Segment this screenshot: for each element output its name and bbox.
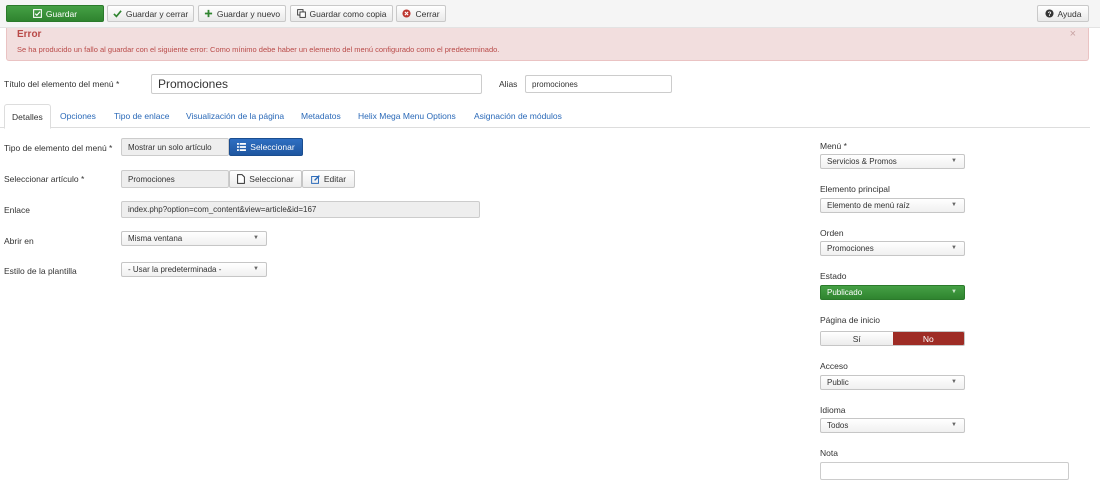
caret-down-icon: ▼ — [951, 422, 957, 428]
template-style-select[interactable]: - Usar la predeterminada - ▼ — [121, 262, 267, 277]
language-value: Todos — [827, 421, 849, 430]
save-copy-label: Guardar como copia — [309, 8, 387, 19]
cancel-circle-icon — [402, 9, 412, 18]
error-alert: Error Se ha producido un fallo al guarda… — [6, 28, 1089, 61]
tab-page-display[interactable]: Visualización de la página — [179, 104, 291, 128]
menu-value: Servicios & Promos — [827, 157, 897, 166]
link-label: Enlace — [4, 205, 30, 215]
access-value: Public — [827, 378, 849, 387]
select-article-label-text: Seleccionar — [249, 174, 294, 184]
tab-metadata[interactable]: Metadatos — [294, 104, 348, 128]
home-page-toggle: Sí No — [820, 331, 965, 346]
file-icon — [237, 174, 246, 184]
order-label: Orden — [820, 228, 844, 238]
title-label: Título del elemento del menú * — [4, 79, 120, 89]
svg-text:?: ? — [1047, 11, 1051, 18]
help-button[interactable]: ? Ayuda — [1037, 5, 1089, 22]
note-input[interactable] — [820, 462, 1069, 480]
save-copy-button[interactable]: Guardar como copia — [290, 5, 393, 22]
tab-bar: Detalles Opciones Tipo de enlace Visuali… — [0, 104, 1090, 129]
plus-icon — [204, 9, 213, 18]
alias-input[interactable]: promociones — [525, 75, 672, 93]
status-select[interactable]: Publicado ▼ — [820, 285, 965, 300]
select-type-label: Seleccionar — [250, 142, 295, 152]
question-circle-icon: ? — [1044, 9, 1054, 18]
home-page-yes-option[interactable]: Sí — [821, 332, 893, 345]
save-close-button[interactable]: Guardar y cerrar — [107, 5, 194, 22]
save-close-label: Guardar y cerrar — [125, 8, 189, 19]
save-button-label: Guardar — [45, 8, 78, 19]
close-button[interactable]: Cerrar — [396, 5, 446, 22]
status-value: Publicado — [827, 288, 863, 297]
order-value: Promociones — [827, 244, 874, 253]
tab-details[interactable]: Detalles — [4, 104, 51, 129]
save-new-label: Guardar y nuevo — [216, 8, 281, 19]
access-select[interactable]: Public ▼ — [820, 375, 965, 390]
parent-item-label: Elemento principal — [820, 184, 890, 194]
open-in-label: Abrir en — [4, 236, 34, 246]
caret-down-icon: ▼ — [253, 235, 259, 241]
save-new-button[interactable]: Guardar y nuevo — [198, 5, 286, 22]
parent-item-value: Elemento de menú raíz — [827, 201, 910, 210]
tab-options[interactable]: Opciones — [53, 104, 103, 128]
checkmark-icon — [113, 9, 122, 18]
access-label: Acceso — [820, 361, 848, 371]
tab-link-type[interactable]: Tipo de enlace — [107, 104, 176, 128]
language-label: Idioma — [820, 405, 846, 415]
title-input[interactable]: Promociones — [151, 74, 482, 94]
note-label: Nota — [820, 448, 838, 458]
caret-down-icon: ▼ — [253, 266, 259, 272]
tab-module-assignment[interactable]: Asignación de módulos — [467, 104, 569, 128]
menu-label: Menú * — [820, 141, 847, 151]
template-style-label: Estilo de la plantilla — [4, 266, 77, 276]
caret-down-icon: ▼ — [951, 158, 957, 164]
error-message: Se ha producido un fallo al guardar con … — [17, 45, 500, 54]
caret-down-icon: ▼ — [951, 289, 957, 295]
select-article-label: Seleccionar artículo * — [4, 174, 85, 184]
menu-item-type-value: Mostrar un solo artículo — [121, 138, 229, 156]
home-page-label: Página de inicio — [820, 315, 881, 325]
parent-item-select[interactable]: Elemento de menú raíz ▼ — [820, 198, 965, 213]
edit-article-button[interactable]: Editar — [302, 170, 355, 188]
edit-article-label: Editar — [323, 174, 347, 184]
copy-icon — [296, 9, 306, 18]
tab-helix-mega-menu[interactable]: Helix Mega Menu Options — [351, 104, 463, 128]
link-value: index.php?option=com_content&view=articl… — [121, 201, 480, 218]
template-style-value: - Usar la predeterminada - — [128, 265, 222, 274]
select-article-button[interactable]: Seleccionar — [229, 170, 302, 188]
menu-item-type-label: Tipo de elemento del menú * — [4, 143, 113, 153]
list-icon — [237, 143, 247, 151]
edit-icon — [311, 174, 320, 184]
open-in-value: Misma ventana — [128, 234, 183, 243]
edit-check-icon — [32, 9, 42, 18]
selected-article-value: Promociones — [121, 170, 229, 188]
order-select[interactable]: Promociones ▼ — [820, 241, 965, 256]
language-select[interactable]: Todos ▼ — [820, 418, 965, 433]
status-label: Estado — [820, 271, 847, 281]
caret-down-icon: ▼ — [951, 379, 957, 385]
help-button-label: Ayuda — [1057, 8, 1082, 19]
error-title: Error — [17, 29, 42, 40]
menu-select[interactable]: Servicios & Promos ▼ — [820, 154, 965, 169]
alias-label: Alias — [499, 79, 518, 89]
close-icon[interactable]: × — [1070, 28, 1076, 40]
caret-down-icon: ▼ — [951, 202, 957, 208]
select-type-button[interactable]: Seleccionar — [229, 138, 303, 156]
toolbar: Guardar Guardar y cerrar Guardar y nuevo… — [0, 0, 1100, 28]
open-in-select[interactable]: Misma ventana ▼ — [121, 231, 267, 246]
close-button-label: Cerrar — [415, 8, 440, 19]
caret-down-icon: ▼ — [951, 245, 957, 251]
home-page-no-option[interactable]: No — [892, 332, 964, 345]
save-button[interactable]: Guardar — [6, 5, 104, 22]
